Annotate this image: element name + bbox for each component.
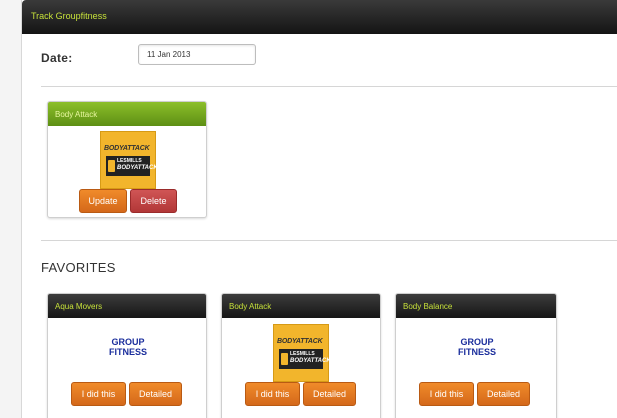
main-panel: Track Groupfitness Date: Body Attack BOD…	[21, 0, 617, 418]
detailed-button[interactable]: Detailed	[303, 382, 356, 406]
bodyattack-logo-image: BODYATTACK LESMILLS BODYATTACK	[273, 324, 331, 382]
group-fitness-logo: GROUP FITNESS	[457, 337, 496, 357]
favorite-title: Aqua Movers	[48, 294, 206, 318]
favorite-card-body-attack: Body Attack BODYATTACK LESMILLS BODYATTA…	[221, 293, 381, 418]
date-field[interactable]	[138, 44, 256, 65]
logo-top-text: BODYATTACK	[277, 338, 323, 345]
date-label: Date:	[41, 51, 73, 65]
bodyattack-logo-image: BODYATTACK LESMILLS BODYATTACK	[100, 131, 158, 189]
i-did-this-button[interactable]: I did this	[419, 382, 474, 406]
group-fitness-logo: GROUP FITNESS	[108, 337, 147, 357]
header-bar: Track Groupfitness	[22, 0, 617, 34]
divider	[41, 240, 617, 241]
i-did-this-button[interactable]: I did this	[71, 382, 126, 406]
detailed-button[interactable]: Detailed	[477, 382, 530, 406]
favorite-title: Body Balance	[396, 294, 556, 318]
page-title: Track Groupfitness	[31, 11, 107, 21]
tracked-class-card: Body Attack BODYATTACK LESMILLS BODYATTA…	[47, 101, 207, 218]
date-row: Date:	[22, 34, 617, 86]
i-did-this-button[interactable]: I did this	[245, 382, 300, 406]
detailed-button[interactable]: Detailed	[129, 382, 182, 406]
favorite-card-aqua-movers: Aqua Movers GROUP FITNESS I did this Det…	[47, 293, 207, 418]
logo-top-text: BODYATTACK	[104, 145, 150, 152]
favorite-title: Body Attack	[222, 294, 380, 318]
favorites-heading: FAVORITES	[41, 260, 116, 275]
update-button[interactable]: Update	[79, 189, 127, 213]
divider	[41, 86, 617, 87]
delete-button[interactable]: Delete	[130, 189, 177, 213]
left-gutter	[0, 0, 21, 418]
tracked-class-title: Body Attack	[48, 102, 206, 126]
favorite-card-body-balance: Body Balance GROUP FITNESS I did this De…	[395, 293, 557, 418]
